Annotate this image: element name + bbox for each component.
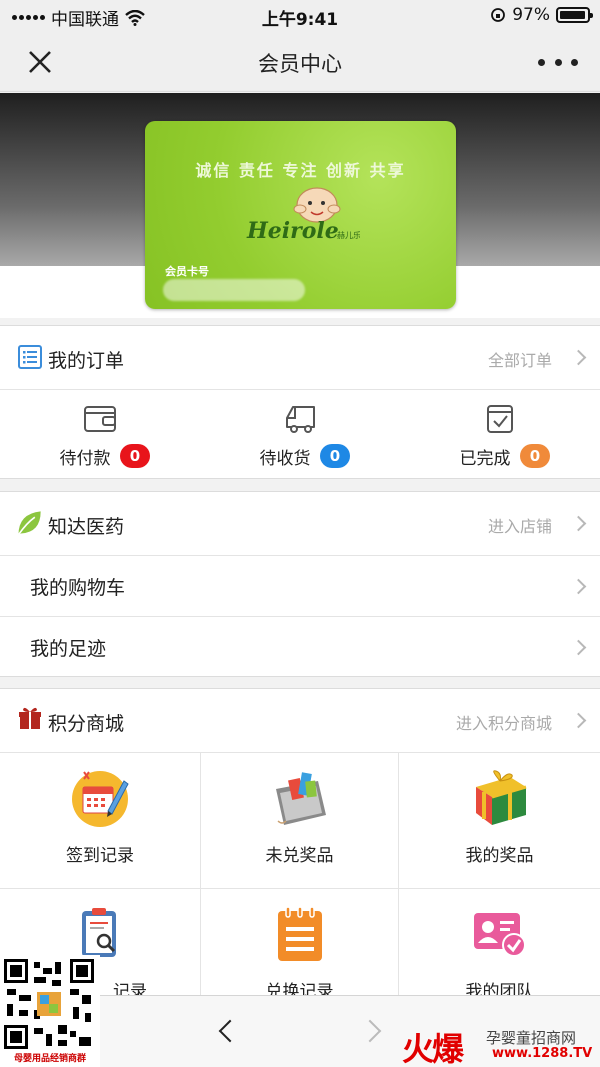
brand-name: Heirole xyxy=(246,218,339,244)
unredeemed-prizes[interactable]: 未兑奖品 xyxy=(201,753,399,889)
qr-overlay: 母婴用品经销商群 xyxy=(0,955,100,1067)
browsing-history-label: 我的足迹 xyxy=(30,638,107,660)
shopping-cart-label: 我的购物车 xyxy=(30,577,126,599)
team-card-icon xyxy=(473,913,526,957)
chevron-right-icon xyxy=(570,639,587,656)
orders-title: 我的订单 xyxy=(48,350,125,372)
grid-label: 我的奖品 xyxy=(465,846,534,866)
chevron-right-icon xyxy=(570,515,587,532)
list-icon xyxy=(18,345,42,369)
qr-caption: 母婴用品经销商群 xyxy=(13,1054,86,1064)
leaf-icon xyxy=(17,511,41,536)
nav-bar: 会员中心 xyxy=(0,32,600,92)
watermark-logo: 火爆 xyxy=(402,1030,464,1067)
chevron-right-icon xyxy=(570,349,587,366)
present-icon xyxy=(475,770,526,825)
qr-code-icon xyxy=(4,959,94,1049)
order-pending-payment[interactable]: 待付款 0 xyxy=(0,390,200,478)
status-right: 97% xyxy=(490,5,593,25)
redemption-records[interactable]: 兑换记录 xyxy=(201,889,399,997)
card-number-blurred xyxy=(163,279,305,301)
watermark: 火爆 孕婴童招商网 www.1288.TV xyxy=(396,1022,596,1067)
chevron-right-icon xyxy=(570,578,587,595)
order-status-row: 待付款 0 待收货 0 已完成 0 xyxy=(0,390,600,478)
enter-points-mall-link[interactable]: 进入积分商城 xyxy=(456,710,552,734)
calendar-icon xyxy=(72,771,129,827)
card-slogan: 诚信 责任 专注 创新 共享 xyxy=(195,161,406,180)
notepad-icon xyxy=(277,906,322,961)
member-header: 诚信 责任 专注 创新 共享 Heirole 赫儿乐 会员卡号 xyxy=(0,93,600,318)
order-status-label: 已完成 xyxy=(459,449,511,469)
count-badge: 0 xyxy=(320,444,350,468)
points-mall-title: 积分商城 xyxy=(48,713,125,735)
truck-icon xyxy=(286,406,315,433)
points-mall-section: 积分商城 进入积分商城 签到记录 未兑奖品 我的奖品 记录 兑换记录 我的团队 xyxy=(0,688,600,998)
order-completed[interactable]: 已完成 0 xyxy=(400,390,600,478)
gift-box-icon xyxy=(275,772,326,825)
rotation-lock-icon xyxy=(491,8,506,22)
orders-header[interactable]: 我的订单 全部订单 xyxy=(0,326,600,390)
watermark-url: www.1288.TV xyxy=(492,1046,593,1061)
count-badge: 0 xyxy=(120,444,150,468)
wallet-icon xyxy=(84,406,116,432)
page-title: 会员中心 xyxy=(258,52,342,76)
member-card[interactable]: 诚信 责任 专注 创新 共享 Heirole 赫儿乐 会员卡号 xyxy=(145,121,456,309)
browsing-history-item[interactable]: 我的足迹 xyxy=(0,616,600,676)
my-team[interactable]: 我的团队 xyxy=(399,889,600,997)
back-arrow-icon[interactable] xyxy=(218,1019,242,1043)
shopping-cart-item[interactable]: 我的购物车 xyxy=(0,556,600,616)
gift-icon xyxy=(19,707,41,729)
card-number-label: 会员卡号 xyxy=(165,265,209,278)
forward-arrow-icon[interactable] xyxy=(358,1019,382,1043)
chevron-right-icon xyxy=(570,712,587,729)
order-status-label: 待付款 xyxy=(59,449,111,469)
battery-percent: 97% xyxy=(512,5,550,25)
watermark-site-name: 孕婴童招商网 xyxy=(486,1029,577,1047)
grid-label: 未兑奖品 xyxy=(265,846,334,866)
orders-section: 我的订单 全部订单 待付款 0 待收货 0 已完成 0 xyxy=(0,325,600,479)
brand-logo: Heirole 赫儿乐 xyxy=(246,187,360,244)
all-orders-link[interactable]: 全部订单 xyxy=(488,347,552,371)
order-status-label: 待收货 xyxy=(259,449,311,469)
checkin-records[interactable]: 签到记录 xyxy=(0,753,201,889)
brand-name-cn: 赫儿乐 xyxy=(337,230,360,240)
more-menu-button[interactable] xyxy=(538,46,578,78)
order-awaiting-delivery[interactable]: 待收货 0 xyxy=(200,390,400,478)
my-prizes[interactable]: 我的奖品 xyxy=(399,753,600,889)
status-bar: 中国联通 上午9:41 97% xyxy=(0,0,600,32)
enter-store-link[interactable]: 进入店铺 xyxy=(488,513,552,537)
battery-icon xyxy=(556,7,593,23)
points-mall-header[interactable]: 积分商城 进入积分商城 xyxy=(0,689,600,753)
check-box-icon xyxy=(487,405,513,433)
store-title: 知达医药 xyxy=(48,516,125,538)
count-badge: 0 xyxy=(520,444,550,468)
store-section: 知达医药 进入店铺 我的购物车 我的足迹 xyxy=(0,491,600,677)
store-header[interactable]: 知达医药 进入店铺 xyxy=(0,492,600,556)
grid-label: 签到记录 xyxy=(66,846,134,866)
